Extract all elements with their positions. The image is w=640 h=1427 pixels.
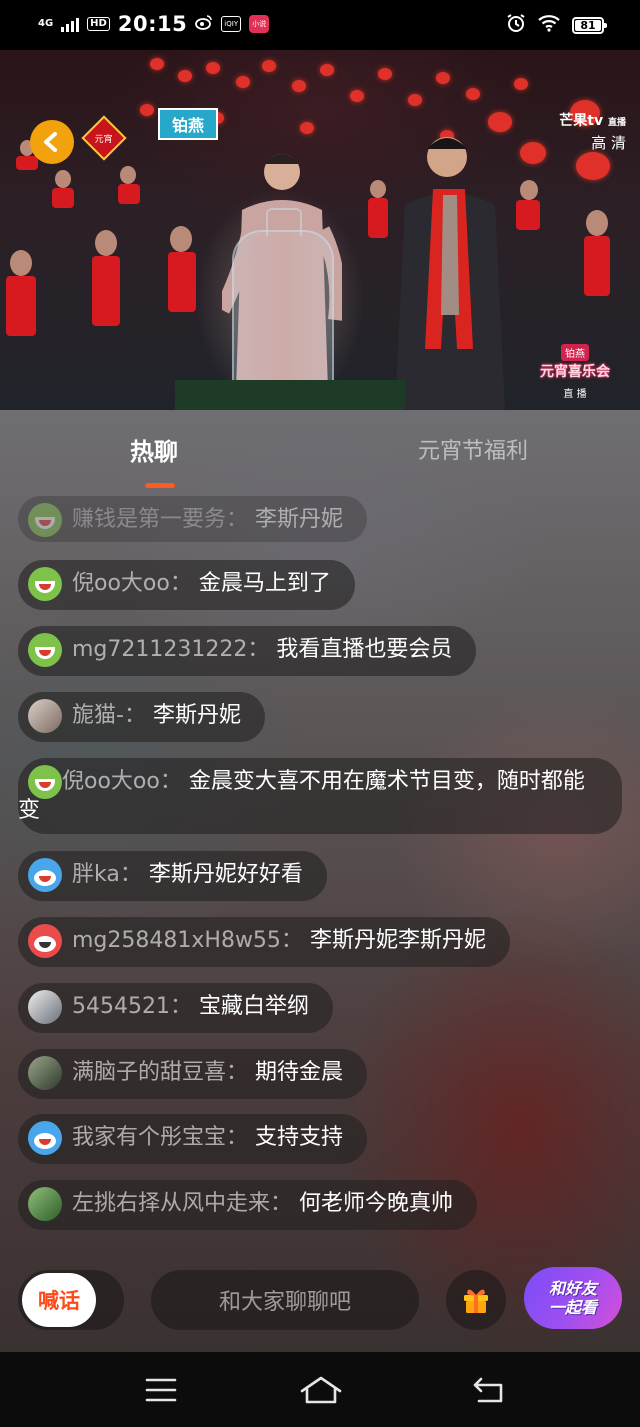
chat-message: 满脑子的甜豆喜： 期待金晨 <box>18 1049 368 1099</box>
chat-text: 我看直播也要会员 <box>276 637 453 662</box>
network-type: 4G <box>38 18 54 29</box>
gift-icon <box>464 1289 488 1313</box>
photo-avatar[interactable] <box>28 1187 62 1221</box>
chat-message: 我家有个彤宝宝： 支持支持 <box>18 1114 368 1164</box>
tab-lantern-festival-welfare[interactable]: 元宵节福利 <box>418 432 528 472</box>
status-left: 4G HD 20:15 iQIY 小说 <box>38 12 270 36</box>
chat-username[interactable]: 倪oo大oo： <box>72 571 192 596</box>
back-nav-button[interactable] <box>468 1372 508 1408</box>
live-label: 直 播 <box>563 389 587 400</box>
show-title: 元宵喜乐会 <box>540 364 610 380</box>
novel-app-icon: 小说 <box>249 15 270 33</box>
active-tab-indicator <box>145 483 175 488</box>
brand-live: 直播 <box>607 118 626 128</box>
photo-avatar[interactable] <box>28 1056 62 1090</box>
live-video-player[interactable]: 元宵 铂燕 芒果tv 直播 高 清 铂燕 元宵喜乐会 直 播 <box>0 50 640 410</box>
back-button[interactable] <box>30 120 74 164</box>
alarm-icon <box>506 13 526 37</box>
menu-button[interactable] <box>141 1372 181 1408</box>
green-smile-avatar[interactable] <box>28 503 62 537</box>
iqiyi-icon: iQIY <box>221 16 242 32</box>
chat-message: 胖ka： 李斯丹妮好好看 <box>18 851 327 901</box>
video-quality[interactable]: 高 清 <box>559 132 626 153</box>
chat-message: 左挑右择从风中走来： 何老师今晚真帅 <box>18 1180 478 1230</box>
status-bar: 4G HD 20:15 iQIY 小说 81 <box>0 0 640 50</box>
clock: 20:15 <box>117 12 188 36</box>
watch-together-line1: 和好友 <box>548 1279 597 1298</box>
battery-icon: 81 <box>572 16 607 34</box>
performer-host <box>395 137 505 410</box>
corner-logo: 元宵 <box>81 115 127 161</box>
green-smile-avatar[interactable] <box>28 633 62 667</box>
battery-level: 81 <box>575 19 601 32</box>
green-smile-avatar[interactable] <box>28 765 62 799</box>
green-smile-avatar[interactable] <box>28 567 62 601</box>
chat-text: 李斯丹妮李斯丹妮 <box>309 928 486 953</box>
back-arrow-icon <box>44 132 57 152</box>
chat-text: 金晨马上到了 <box>198 571 331 596</box>
system-nav-bar <box>0 1352 640 1427</box>
chat-text: 支持支持 <box>255 1125 344 1150</box>
gift-button[interactable] <box>446 1270 506 1330</box>
signal-icon <box>61 16 80 32</box>
weibo-icon <box>195 14 213 34</box>
chat-message: mg258481xH8w55： 李斯丹妮李斯丹妮 <box>18 917 510 967</box>
chat-text: 李斯丹妮好好看 <box>148 862 303 887</box>
wifi-icon <box>538 14 560 36</box>
chat-username[interactable]: 胖ka： <box>72 862 142 887</box>
chat-message: 5454521： 宝藏白举纲 <box>18 983 333 1033</box>
sponsor-sign: 铂燕 <box>158 108 218 140</box>
return-icon <box>473 1377 503 1403</box>
menu-icon <box>145 1378 177 1402</box>
brand-name: 芒果tv <box>559 113 604 129</box>
chat-text: 期待金晨 <box>255 1060 344 1085</box>
red-mascot-avatar[interactable] <box>28 924 62 958</box>
chat-message: mg7211231222： 我看直播也要会员 <box>18 626 477 676</box>
home-button[interactable] <box>298 1372 344 1408</box>
blue-mascot-avatar[interactable] <box>28 858 62 892</box>
chat-username[interactable]: 5454521： <box>72 994 192 1019</box>
chat-text: 李斯丹妮 <box>152 703 241 728</box>
watch-together-button[interactable]: 和好友 一起看 <box>524 1267 622 1329</box>
tab-hot-chat[interactable]: 热聊 <box>130 432 178 472</box>
corner-logo-text: 元宵 <box>94 134 114 145</box>
home-icon <box>300 1376 342 1404</box>
chat-input[interactable]: 和大家聊聊吧 <box>151 1270 419 1330</box>
status-right: 81 <box>506 13 607 37</box>
hd-icon: HD <box>87 17 110 31</box>
chat-username[interactable]: 满脑子的甜豆喜： <box>72 1060 248 1085</box>
chat-message: 倪oo大oo： 金晨变大喜不用在魔术节目变，随时都能变 <box>18 758 622 834</box>
chat-text: 李斯丹妮 <box>255 507 344 532</box>
chat-username[interactable]: 旎猫-： <box>72 703 146 728</box>
shout-button[interactable]: 喊话 <box>22 1273 96 1327</box>
blue-mascot-avatar[interactable] <box>28 1121 62 1155</box>
chat-message: 旎猫-： 李斯丹妮 <box>18 692 265 742</box>
show-logo: 铂燕 元宵喜乐会 直 播 <box>540 342 610 400</box>
chat-username[interactable]: mg258481xH8w55： <box>72 928 303 953</box>
chat-text: 何老师今晚真帅 <box>299 1191 454 1216</box>
chat-section: 热聊 元宵节福利 赚钱是第一要务： 李斯丹妮 倪oo大oo： 金晨马上到了 mg… <box>0 410 640 1352</box>
chat-action-bar: 喊话 和大家聊聊吧 和好友 一起看 <box>0 1262 640 1352</box>
chat-username[interactable]: 我家有个彤宝宝： <box>72 1125 248 1150</box>
watch-together-line2: 一起看 <box>548 1298 597 1317</box>
chat-username[interactable]: 倪oo大oo： <box>62 769 182 794</box>
mangotv-watermark: 芒果tv 直播 高 清 <box>559 110 626 153</box>
show-sponsor: 铂燕 <box>561 344 589 361</box>
chat-username[interactable]: 左挑右择从风中走来： <box>72 1191 292 1216</box>
photo-avatar[interactable] <box>28 699 62 733</box>
chat-message: 赚钱是第一要务： 李斯丹妮 <box>18 496 368 542</box>
stage-table <box>175 380 405 410</box>
chat-username[interactable]: mg7211231222： <box>72 637 269 662</box>
photo-avatar[interactable] <box>28 990 62 1024</box>
chat-username[interactable]: 赚钱是第一要务： <box>72 507 248 532</box>
chat-message: 倪oo大oo： 金晨马上到了 <box>18 560 355 610</box>
chat-text: 宝藏白举纲 <box>198 994 309 1019</box>
